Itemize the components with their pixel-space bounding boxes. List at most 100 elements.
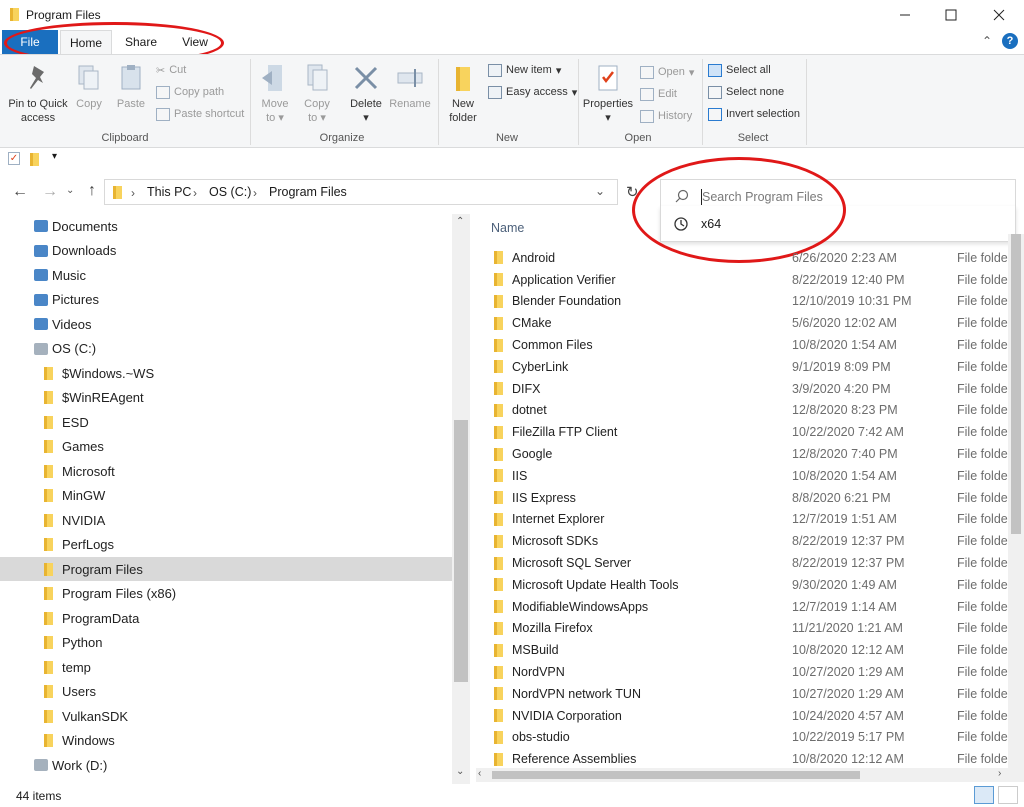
pin-to-quick-access-button[interactable]: Pin to Quick access <box>6 63 70 125</box>
table-row[interactable]: NVIDIA Corporation 10/24/2020 4:57 AM File… <box>470 705 1010 727</box>
table-row[interactable]: Google 12/8/2020 7:40 PM File folde <box>470 443 1010 465</box>
invert-selection-button[interactable]: Invert selection <box>708 105 800 123</box>
new-folder-button[interactable]: New folder <box>444 63 482 125</box>
nav-item[interactable]: Videos <box>0 312 452 336</box>
select-none-button[interactable]: Select none <box>708 83 784 101</box>
table-row[interactable]: IIS 10/8/2020 1:54 AM File folde <box>470 465 1010 487</box>
nav-scroll-thumb[interactable] <box>454 420 468 682</box>
large-icons-view-icon[interactable] <box>998 786 1018 804</box>
table-row[interactable]: Common Files 10/8/2020 1:54 AM File folde <box>470 334 1010 356</box>
list-scrollbar[interactable] <box>1008 234 1024 782</box>
collapse-ribbon-icon[interactable]: ⌃ <box>982 34 992 48</box>
table-row[interactable]: Reference Assemblies 10/8/2020 12:12 AM Fi… <box>470 748 1010 770</box>
select-all-button[interactable]: Select all <box>708 61 771 79</box>
table-row[interactable]: Microsoft SDKs 8/22/2019 12:37 PM File fol… <box>470 530 1010 552</box>
nav-item[interactable]: Microsoft <box>0 459 452 483</box>
nav-item[interactable]: $Windows.~WS <box>0 361 452 385</box>
nav-item[interactable]: Python <box>0 631 452 655</box>
cut-button[interactable]: ✂ Cut <box>156 61 186 79</box>
up-icon[interactable]: ↑ <box>88 182 96 200</box>
rename-button[interactable]: Rename <box>388 63 432 111</box>
history-button[interactable]: History <box>640 107 692 125</box>
scroll-left-icon[interactable]: ‹ <box>478 768 481 779</box>
table-row[interactable]: obs-studio 10/22/2019 5:17 PM File folde <box>470 727 1010 749</box>
address-dropdown-icon[interactable]: ⌄ <box>595 184 605 198</box>
delete-button[interactable]: Delete ▾ <box>346 63 386 125</box>
scroll-down-icon[interactable]: ⌄ <box>456 766 464 777</box>
nav-scrollbar[interactable]: ⌃ ⌄ <box>452 214 470 784</box>
table-row[interactable]: MSBuild 10/8/2020 12:12 AM File folde <box>470 639 1010 661</box>
minimize-button[interactable] <box>882 0 928 30</box>
list-scroll-thumb[interactable] <box>1011 234 1021 534</box>
nav-item[interactable]: Games <box>0 435 452 459</box>
copy-to-button[interactable]: Copy to ▾ <box>298 63 336 125</box>
recent-locations-icon[interactable]: ⌄ <box>66 185 74 196</box>
close-button[interactable] <box>976 0 1022 30</box>
table-row[interactable]: FileZilla FTP Client 10/22/2020 7:42 AM Fi… <box>470 421 1010 443</box>
table-row[interactable]: Internet Explorer 12/7/2019 1:51 AM File f… <box>470 509 1010 531</box>
table-row[interactable]: CMake 5/6/2020 12:02 AM File folde <box>470 312 1010 334</box>
nav-item[interactable]: MinGW <box>0 484 452 508</box>
open-button[interactable]: Open ▾ <box>640 63 694 81</box>
nav-item[interactable]: Program Files <box>0 557 452 581</box>
table-row[interactable]: NordVPN 10/27/2020 1:29 AM File folde <box>470 661 1010 683</box>
breadcrumb-program-files[interactable]: Program Files <box>269 185 347 199</box>
nav-item[interactable]: Pictures <box>0 288 452 312</box>
back-icon[interactable]: ← <box>12 183 28 201</box>
scroll-up-icon[interactable]: ⌃ <box>456 216 464 227</box>
nav-item[interactable]: PerfLogs <box>0 533 452 557</box>
copy-path-button[interactable]: Copy path <box>156 83 224 101</box>
new-item-button[interactable]: New item ▾ <box>488 61 561 79</box>
nav-item[interactable]: Windows <box>0 729 452 753</box>
table-row[interactable]: IIS Express 8/8/2020 6:21 PM File folde <box>470 487 1010 509</box>
table-row[interactable]: Microsoft SQL Server 8/22/2019 12:37 PM Fi… <box>470 552 1010 574</box>
nav-item[interactable]: temp <box>0 655 452 679</box>
forward-icon[interactable]: → <box>42 183 58 201</box>
breadcrumb-os-c[interactable]: OS (C:) <box>209 185 251 199</box>
table-row[interactable]: NordVPN network TUN 10/27/2020 1:29 AM Fil… <box>470 683 1010 705</box>
horizontal-scroll-thumb[interactable] <box>492 771 860 779</box>
table-row[interactable]: Android 6/26/2020 2:23 AM File folde <box>470 247 1010 269</box>
properties-button[interactable]: Properties ▾ <box>582 63 634 125</box>
nav-item[interactable]: Downloads <box>0 239 452 263</box>
breadcrumb-this-pc[interactable]: This PC <box>147 185 191 199</box>
table-row[interactable]: Application Verifier 8/22/2019 12:40 PM Fi… <box>470 269 1010 291</box>
nav-item[interactable]: Work (D:) <box>0 753 452 777</box>
nav-item[interactable]: $WinREAgent <box>0 386 452 410</box>
scroll-right-icon[interactable]: › <box>998 768 1001 779</box>
nav-item[interactable]: Program Files (x86) <box>0 582 452 606</box>
table-row[interactable]: CyberLink 9/1/2019 8:09 PM File folde <box>470 356 1010 378</box>
easy-access-button[interactable]: Easy access ▾ <box>488 83 577 101</box>
nav-item[interactable]: Documents <box>0 214 452 238</box>
help-icon[interactable]: ? <box>1002 33 1018 49</box>
edit-button[interactable]: Edit <box>640 85 677 103</box>
table-row[interactable]: Mozilla Firefox 11/21/2020 1:21 AM File fo… <box>470 618 1010 640</box>
table-row[interactable]: dotnet 12/8/2020 8:23 PM File folde <box>470 400 1010 422</box>
nav-item[interactable]: Music <box>0 263 452 287</box>
nav-item[interactable]: Users <box>0 680 452 704</box>
column-header-name[interactable]: Name <box>491 221 524 235</box>
horizontal-scrollbar[interactable]: ‹ › <box>476 768 1008 782</box>
table-row[interactable]: Blender Foundation 12/10/2019 10:31 PM Fil… <box>470 291 1010 313</box>
file-type: File folde <box>957 643 1008 658</box>
table-row[interactable]: ModifiableWindowsApps 12/7/2019 1:14 AM Fi… <box>470 596 1010 618</box>
nav-item[interactable]: NVIDIA <box>0 508 452 532</box>
nav-item[interactable]: VulkanSDK <box>0 704 452 728</box>
move-to-button[interactable]: Move to ▾ <box>256 63 294 125</box>
maximize-button[interactable] <box>928 0 974 30</box>
table-row[interactable]: Microsoft Update Health Tools 9/30/2020 1… <box>470 574 1010 596</box>
paste-shortcut-button[interactable]: Paste shortcut <box>156 105 244 123</box>
file-type: File folde <box>957 621 1008 636</box>
new-folder-qat-icon[interactable] <box>30 153 39 166</box>
paste-button[interactable]: Paste <box>113 63 149 111</box>
folder-icon <box>44 660 53 674</box>
properties-qat-icon[interactable]: ✓ <box>8 152 20 165</box>
address-bar[interactable]: › This PC › OS (C:) › Program Files ⌄ <box>104 179 618 205</box>
copy-button[interactable]: Copy <box>72 63 106 111</box>
nav-item[interactable]: ESD <box>0 410 452 434</box>
customize-qat-icon[interactable]: ▾ <box>52 151 57 162</box>
nav-item[interactable]: OS (C:) <box>0 337 452 361</box>
details-view-icon[interactable] <box>974 786 994 804</box>
table-row[interactable]: DIFX 3/9/2020 4:20 PM File folde <box>470 378 1010 400</box>
nav-item[interactable]: ProgramData <box>0 606 452 630</box>
